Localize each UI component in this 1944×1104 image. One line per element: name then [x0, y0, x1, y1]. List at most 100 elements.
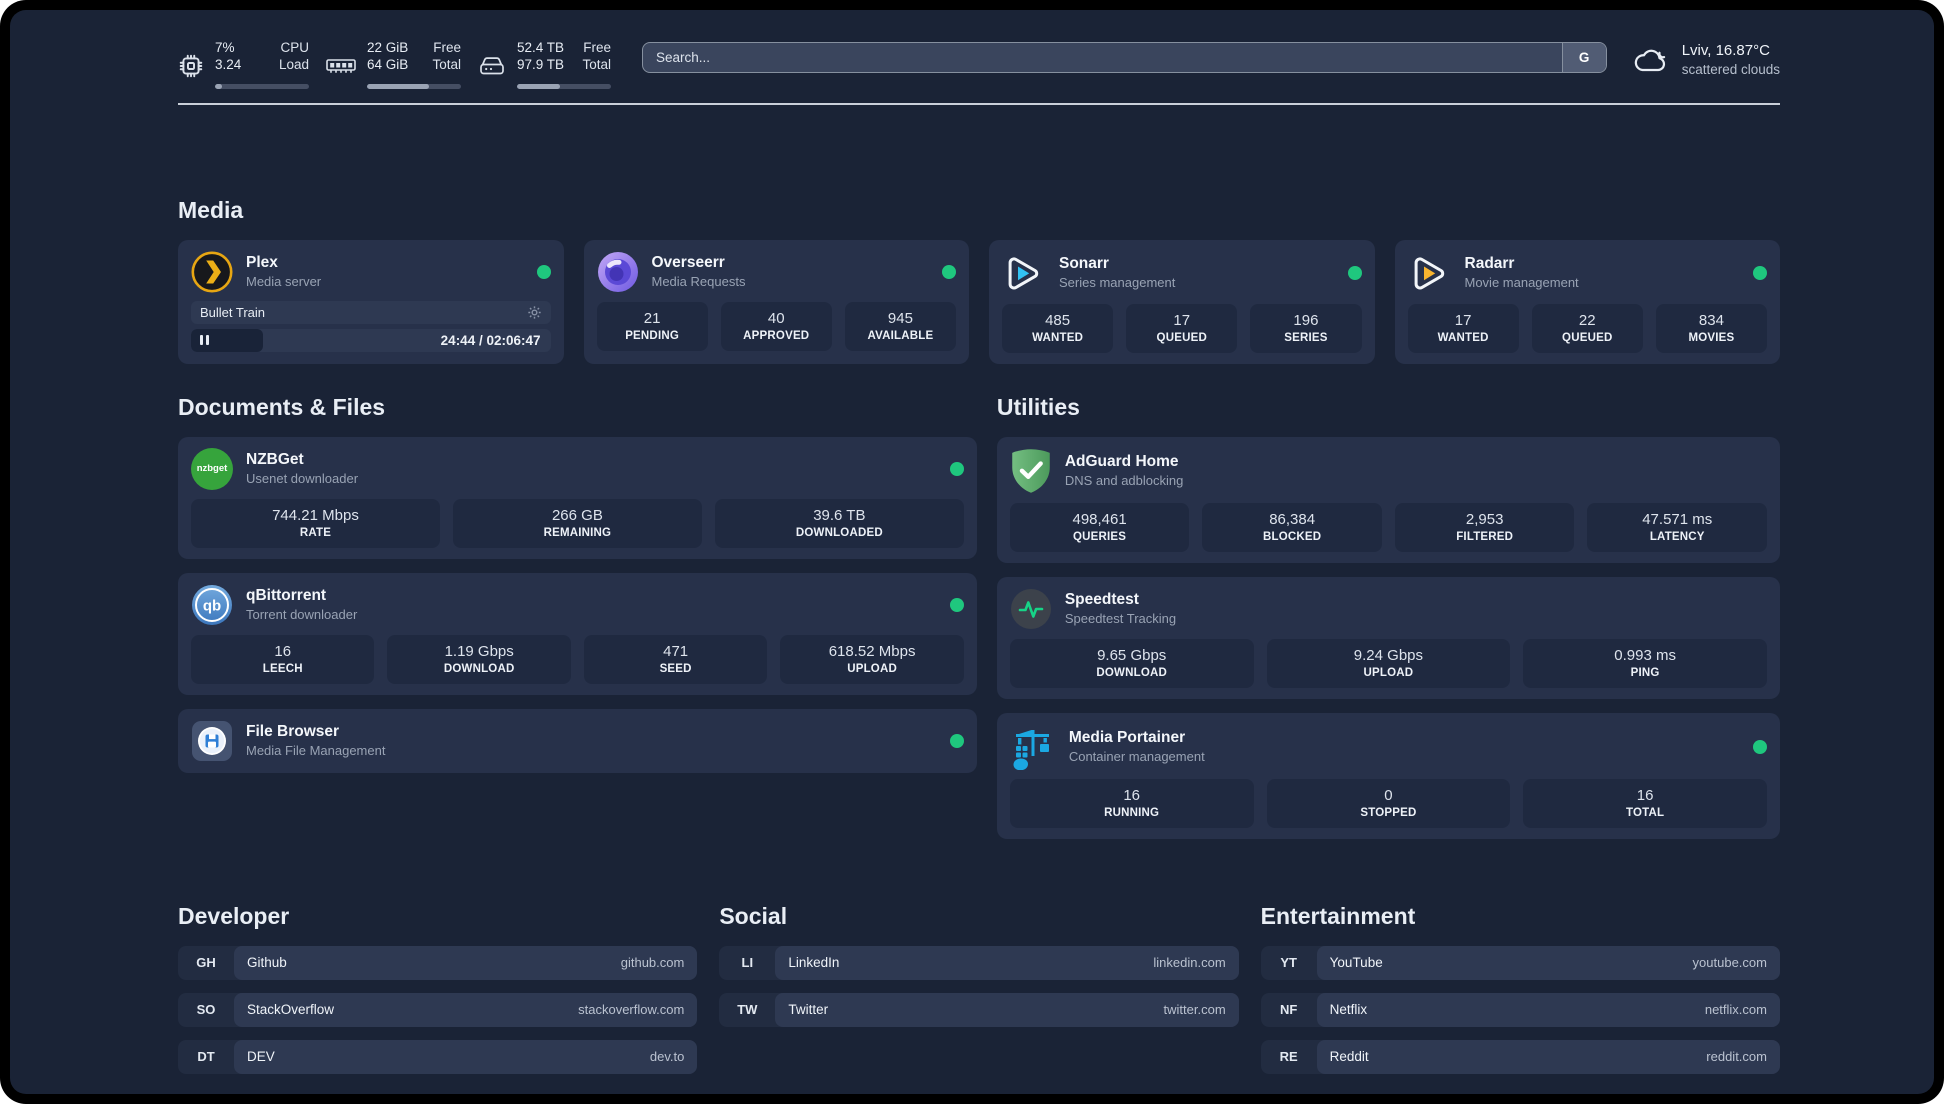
overseerr-card[interactable]: Overseerr Media Requests 21 PENDING 40 A… [583, 239, 969, 364]
portainer-stat-stopped: 0 STOPPED [1266, 778, 1511, 828]
overseerr-stats: 21 PENDING 40 APPROVED 945 AVAILABLE [596, 301, 957, 351]
weather-widget[interactable]: Lviv, 16.87°C scattered clouds [1633, 41, 1780, 79]
speedtest-header: Speedtest Speedtest Tracking [1010, 588, 1767, 630]
adguard-stat-blocked: 86,384 BLOCKED [1202, 502, 1382, 552]
nzbget-card[interactable]: nzbget NZBGet Usenet downloader 744.21 M… [178, 436, 977, 559]
bookmark-linkedin[interactable]: LI LinkedIn linkedin.com [719, 945, 1239, 980]
service-description: Media File Management [246, 743, 386, 758]
bookmark-netflix[interactable]: NF Netflix netflix.com [1260, 992, 1780, 1027]
bookmark-abbr: SO [196, 1002, 216, 1017]
service-name: Plex [246, 254, 278, 271]
service-description: Media server [246, 274, 322, 289]
top-bar: 7% 3.24 CPU Load 22 GiB 64 GiB Free Total [178, 10, 1780, 89]
bookmark-name: DEV [247, 1049, 275, 1064]
bookmark-abbr: DT [197, 1049, 215, 1064]
bookmark-youtube[interactable]: YT YouTube youtube.com [1260, 945, 1780, 980]
bookmark-url: dev.to [649, 1049, 685, 1064]
status-dot [1753, 739, 1767, 754]
bookmark-group-social: Social LI LinkedIn linkedin.com TW Twitt… [719, 903, 1239, 1074]
plex-header: Plex Media server [191, 250, 551, 293]
service-name: Radarr [1464, 255, 1515, 272]
cpu-values: 7% 3.24 [215, 40, 242, 72]
portainer-icon [1010, 724, 1056, 770]
qbittorrent-stat-leech: 16 LEECH [191, 634, 375, 684]
status-dot [536, 264, 551, 279]
section-title-entertainment: Entertainment [1260, 902, 1416, 929]
service-name: qBittorrent [246, 587, 327, 604]
sonarr-icon [1002, 251, 1046, 295]
disk-widget: 52.4 TB 97.9 TB Free Total [478, 40, 611, 89]
search-bar[interactable]: G [642, 42, 1607, 73]
gear-icon[interactable] [527, 305, 542, 320]
qbittorrent-stat-seed: 471 SEED [583, 634, 768, 684]
bookmark-abbr: LI [741, 955, 754, 970]
service-description: Speedtest Tracking [1064, 611, 1177, 626]
bookmark-group-entertainment: Entertainment YT YouTube youtube.com NF … [1260, 902, 1780, 1074]
adguard-card[interactable]: AdGuard Home DNS and adblocking 498,461 … [996, 436, 1780, 563]
nzbget-stat-remaining: 266 GB REMAINING [452, 498, 702, 548]
cpu-widget: 7% 3.24 CPU Load [178, 40, 309, 89]
cpu-usage-bar [215, 84, 309, 89]
memory-labels: Free Total [432, 40, 461, 72]
radarr-card[interactable]: Radarr Movie management 17 WANTED 22 QUE… [1394, 239, 1780, 364]
portainer-card[interactable]: Media Portainer Container management 16 … [996, 712, 1780, 839]
filebrowser-card[interactable]: File Browser Media File Management [178, 708, 977, 773]
bookmark-github[interactable]: GH Github github.com [178, 945, 698, 980]
qbittorrent-card[interactable]: qb qBittorrent Torrent downloader 16 LEE… [178, 572, 977, 695]
bookmark-name: Github [247, 955, 287, 970]
bookmark-list: YT YouTube youtube.com NF Netflix netfli… [1260, 945, 1780, 1074]
radarr-stat-wanted: 17 WANTED [1407, 303, 1519, 353]
service-description: Media Requests [651, 274, 746, 289]
memory-values: 22 GiB 64 GiB [367, 40, 409, 72]
bookmark-name: LinkedIn [788, 955, 840, 970]
search-input[interactable] [643, 50, 1562, 65]
qbittorrent-header: qb qBittorrent Torrent downloader [191, 584, 964, 626]
pause-icon[interactable] [200, 335, 209, 345]
section-documents: Documents & Files nzbget NZBGet Usenet d… [178, 394, 977, 773]
bookmark-dev[interactable]: DT DEV dev.to [178, 1039, 698, 1074]
adguard-header: AdGuard Home DNS and adblocking [1010, 448, 1767, 494]
section-title-documents: Documents & Files [178, 393, 386, 420]
speedtest-stat-upload: 9.24 Gbps UPLOAD [1266, 638, 1511, 688]
search-engine-button[interactable]: G [1561, 43, 1606, 72]
weather-location: Lviv, 16.87°C [1681, 42, 1770, 59]
portainer-stats: 16 RUNNING 0 STOPPED 16 TOTAL [1009, 778, 1767, 828]
sonarr-stat-wanted: 485 WANTED [1002, 303, 1114, 353]
service-description: DNS and adblocking [1064, 473, 1184, 488]
bookmark-abbr: TW [737, 1002, 758, 1017]
sonarr-card[interactable]: Sonarr Series management 485 WANTED 17 Q… [989, 239, 1375, 364]
disk-values: 52.4 TB 97.9 TB [517, 40, 565, 72]
overseerr-stat-approved: 40 APPROVED [720, 301, 832, 351]
bookmark-url: youtube.com [1692, 955, 1767, 970]
playback-progress-bar: 24:44 / 02:06:47 [191, 328, 551, 352]
cpu-icon [178, 44, 204, 89]
speedtest-icon [1010, 588, 1052, 630]
adguard-icon [1010, 448, 1052, 494]
section-title-developer: Developer [178, 902, 290, 929]
service-description: Torrent downloader [246, 607, 358, 622]
portainer-stat-running: 16 RUNNING [1009, 778, 1254, 828]
qbittorrent-stat-upload: 618.52 Mbps UPLOAD [780, 634, 964, 684]
service-name: Sonarr [1059, 255, 1109, 272]
section-utilities: Utilities AdGuard Home DNS and adblockin… [996, 394, 1780, 839]
plex-card[interactable]: Plex Media server Bullet Train 24:44 / 0… [178, 239, 564, 364]
status-dot [949, 733, 964, 748]
speedtest-card[interactable]: Speedtest Speedtest Tracking 9.65 Gbps D… [996, 576, 1780, 699]
status-dot [949, 597, 964, 612]
bookmark-list: LI LinkedIn linkedin.com TW Twitter twit… [719, 945, 1239, 1027]
disk-usage-bar [517, 84, 611, 89]
bookmark-name: StackOverflow [247, 1002, 335, 1017]
bookmark-twitter[interactable]: TW Twitter twitter.com [719, 992, 1239, 1027]
section-media: Media Plex Media server Bullet Train 24:… [178, 197, 1780, 364]
radarr-header: Radarr Movie management [1408, 251, 1767, 295]
sonarr-stat-queued: 17 QUEUED [1126, 303, 1238, 353]
bookmark-reddit[interactable]: RE Reddit reddit.com [1260, 1039, 1780, 1074]
status-dot [942, 264, 956, 279]
sonarr-header: Sonarr Series management [1002, 251, 1362, 295]
disk-icon [478, 44, 506, 89]
resource-widgets: 7% 3.24 CPU Load 22 GiB 64 GiB Free Total [178, 40, 611, 89]
bookmark-stackoverflow[interactable]: SO StackOverflow stackoverflow.com [178, 992, 698, 1027]
speedtest-stat-ping: 0.993 ms PING [1523, 638, 1767, 688]
dashboard: 7% 3.24 CPU Load 22 GiB 64 GiB Free Total [10, 10, 1934, 1094]
service-description: Usenet downloader [246, 471, 359, 486]
